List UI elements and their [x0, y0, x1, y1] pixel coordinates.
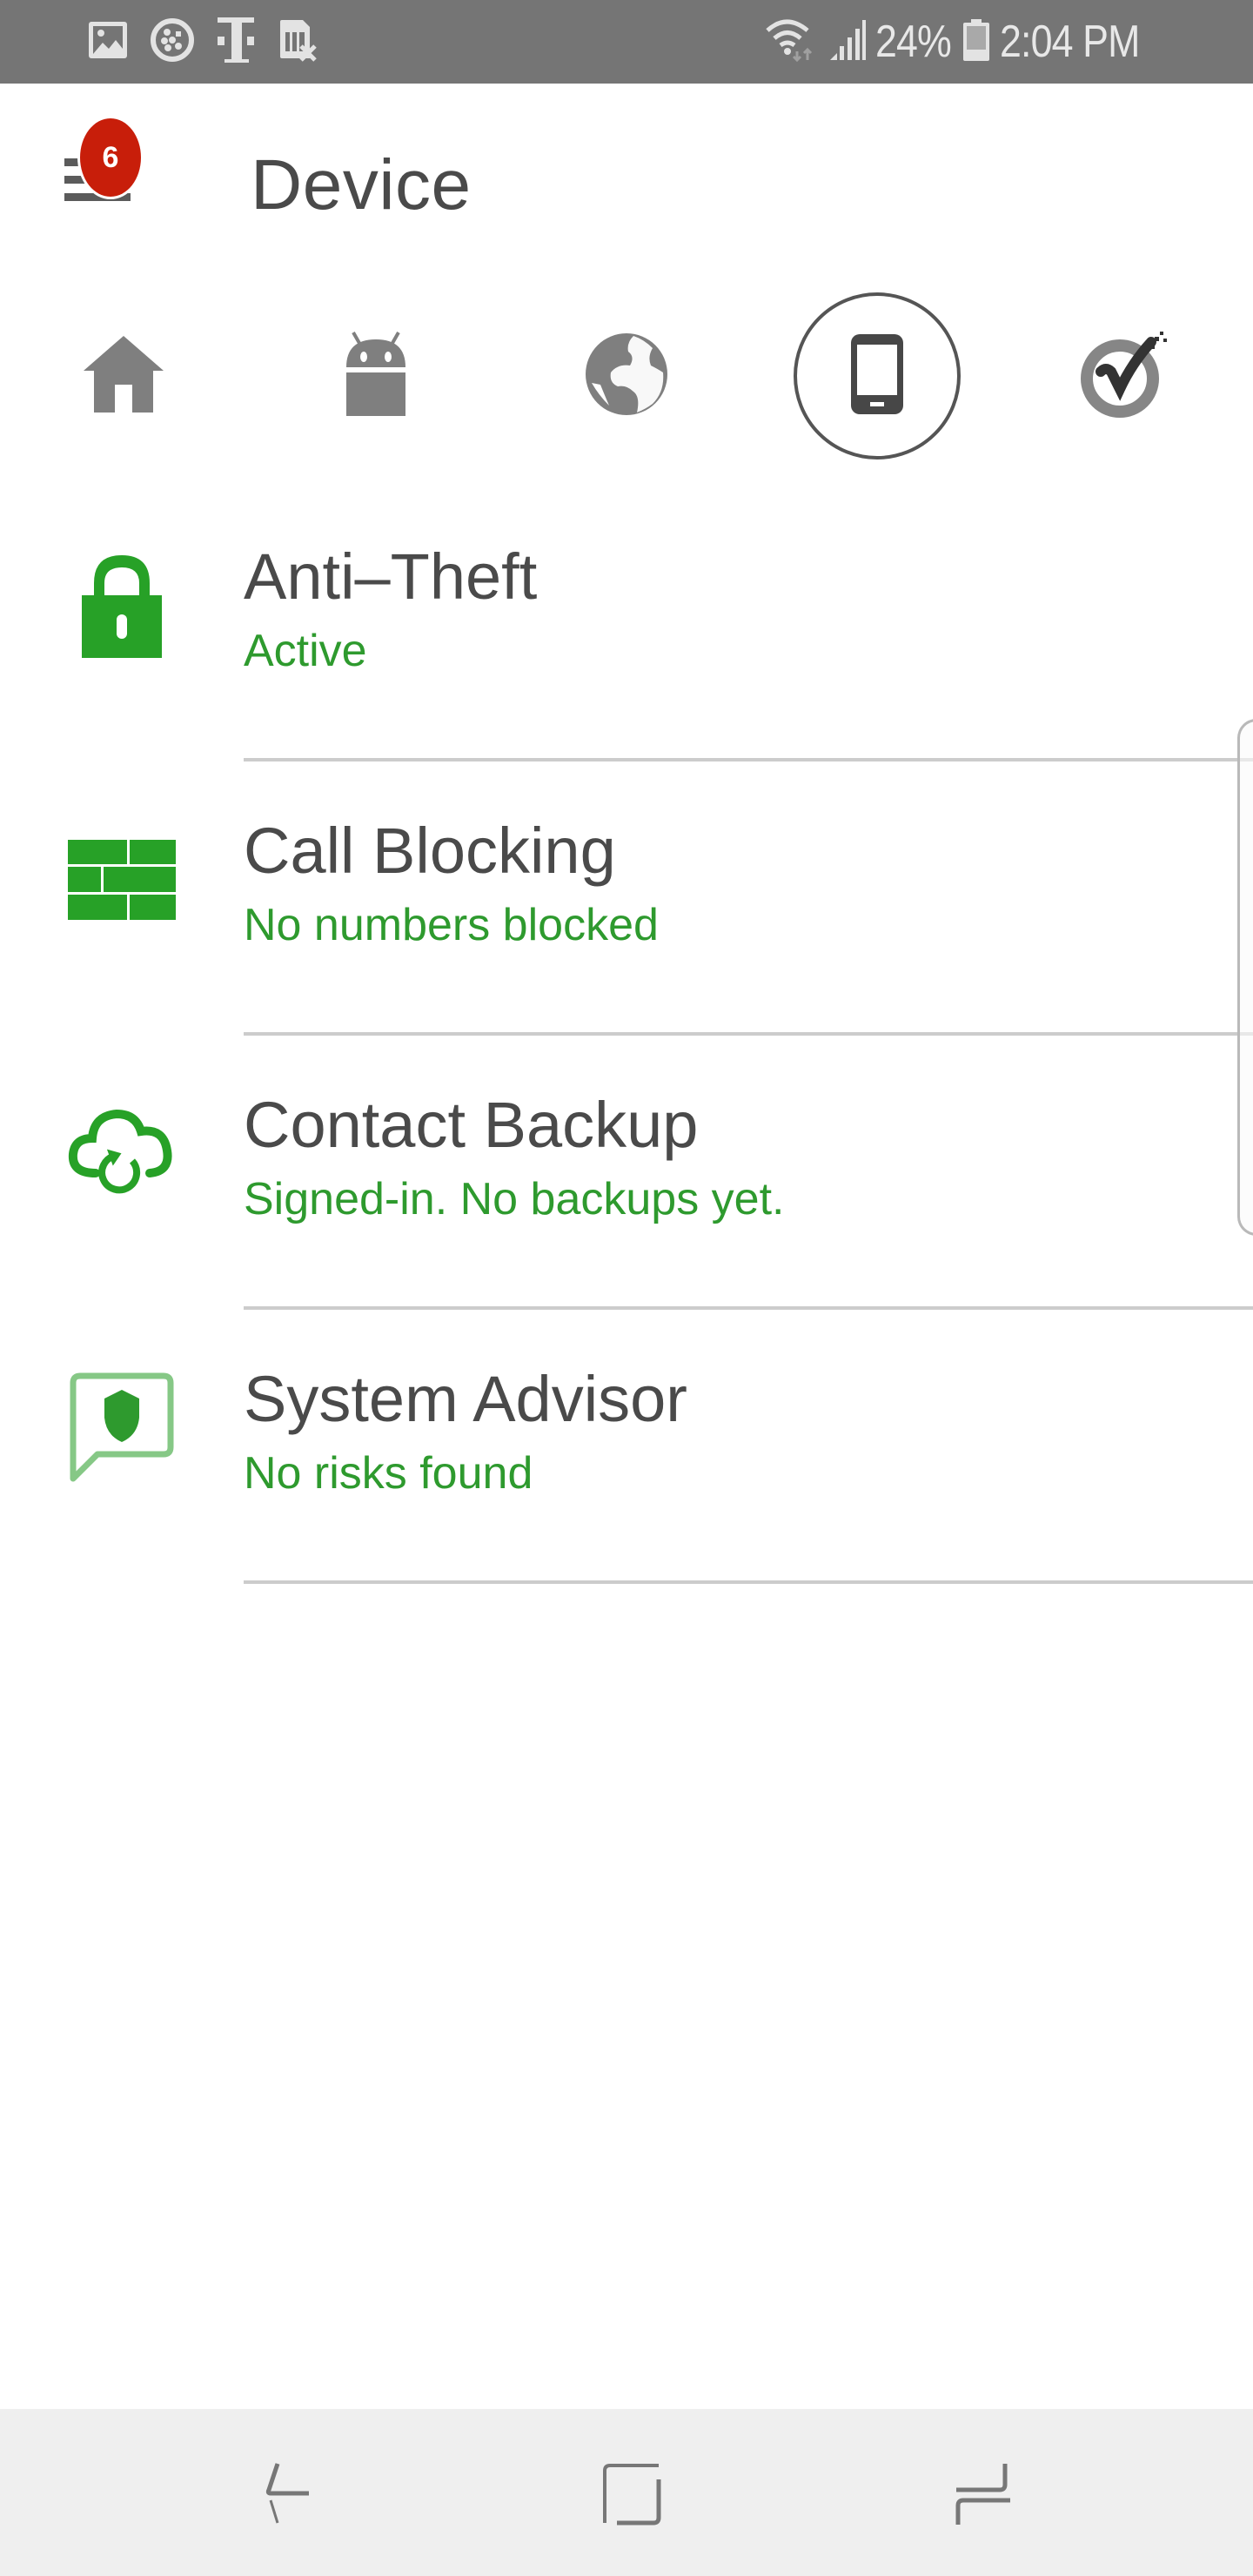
feature-status: No numbers blocked — [244, 900, 659, 950]
feature-title: Contact Backup — [244, 1089, 699, 1161]
no-sim-icon — [278, 18, 318, 66]
home-icon — [80, 334, 167, 419]
t-mobile-icon — [216, 16, 258, 69]
globe-icon — [583, 331, 670, 422]
feature-system-advisor[interactable]: System Advisor No risks found — [0, 1310, 1253, 1584]
status-bar-notifications — [87, 17, 318, 66]
feature-title: System Advisor — [244, 1363, 687, 1435]
recents-button[interactable] — [940, 2452, 1027, 2539]
feature-status: Signed-in. No backups yet. — [244, 1174, 785, 1224]
edge-panel-handle[interactable] — [1237, 719, 1253, 1236]
feature-contact-backup[interactable]: Contact Backup Signed-in. No backups yet… — [0, 1036, 1253, 1310]
navigation-bar — [0, 2409, 1253, 2576]
wifi-data-icon — [764, 17, 820, 68]
shield-chat-icon — [64, 1371, 179, 1486]
norton-check-icon — [1080, 326, 1176, 426]
page-title: Device — [251, 145, 472, 225]
cloud-sync-icon — [64, 1097, 179, 1211]
back-icon — [250, 2462, 311, 2531]
home-square-icon — [601, 2462, 662, 2531]
feature-status: No risks found — [244, 1448, 533, 1499]
recents-icon — [953, 2462, 1014, 2531]
notification-badge: 6 — [80, 118, 141, 197]
back-button[interactable] — [237, 2452, 324, 2539]
feature-title: Anti–Theft — [244, 540, 538, 613]
battery-percent: 24% — [875, 17, 952, 67]
divider — [244, 1580, 1253, 1584]
signal-icon — [828, 18, 867, 66]
phone-icon — [849, 332, 905, 420]
lock-icon — [64, 548, 179, 663]
tab-home[interactable] — [40, 292, 207, 460]
feature-status: Active — [244, 626, 367, 676]
app-header: 6 Device — [0, 84, 1253, 284]
battery-icon — [962, 18, 991, 66]
tab-norton[interactable] — [1044, 292, 1211, 460]
feature-anti-theft[interactable]: Anti–Theft Active — [0, 487, 1253, 761]
tab-device[interactable] — [794, 292, 961, 460]
tab-android[interactable] — [292, 292, 459, 460]
status-bar: 24% 2:04 PM — [0, 0, 1253, 84]
gallery-icon — [87, 19, 129, 65]
android-icon — [343, 331, 409, 422]
feature-title: Call Blocking — [244, 815, 616, 887]
clock: 2:04 PM — [1000, 17, 1140, 67]
menu-button[interactable]: 6 — [61, 118, 174, 223]
app-lock-icon — [150, 17, 195, 67]
tab-web[interactable] — [543, 292, 710, 460]
tab-bar — [0, 284, 1253, 468]
status-bar-system: 24% 2:04 PM — [764, 12, 1163, 71]
feature-call-blocking[interactable]: Call Blocking No numbers blocked — [0, 761, 1253, 1036]
brick-wall-icon — [64, 822, 179, 937]
home-button[interactable] — [588, 2452, 675, 2539]
feature-list: Anti–Theft Active Call Blocking No numbe… — [0, 487, 1253, 1584]
